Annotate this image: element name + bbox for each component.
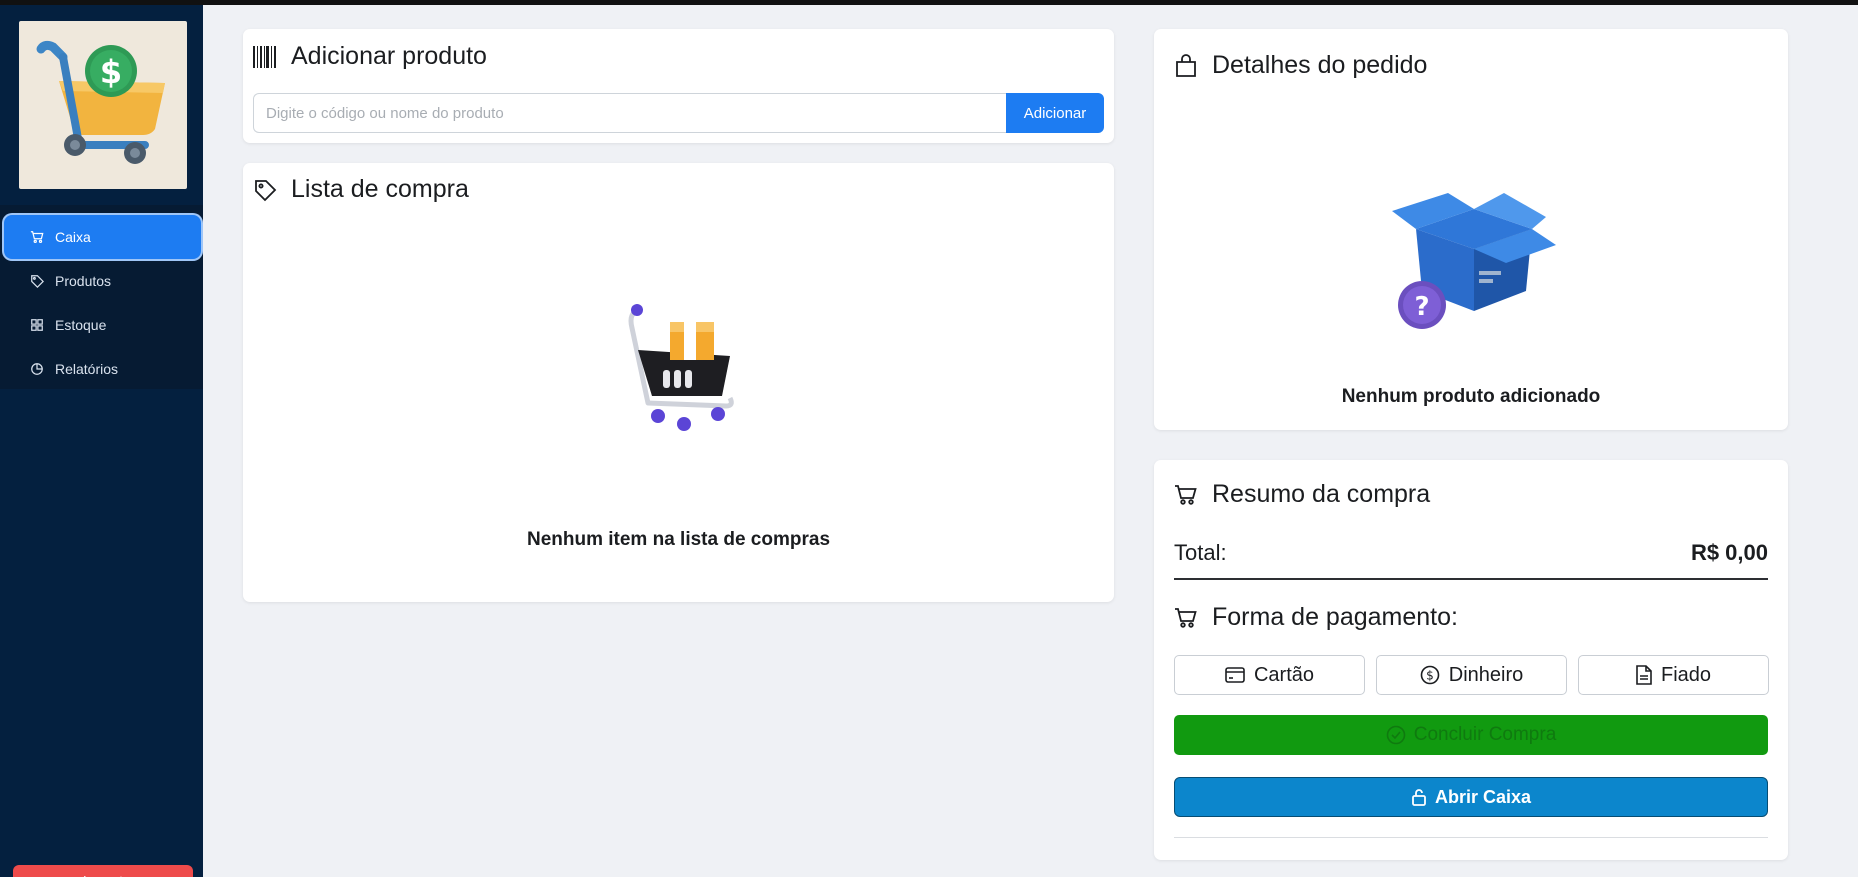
grid-icon bbox=[30, 318, 44, 332]
sidebar-item-caixa[interactable]: Caixa bbox=[6, 217, 199, 257]
sidebar-item-label: Produtos bbox=[55, 273, 112, 289]
payment-cash-button[interactable]: $ Dinheiro bbox=[1376, 655, 1567, 695]
shopping-bag-icon bbox=[1174, 53, 1198, 78]
window-top-border bbox=[0, 0, 1858, 5]
divider bbox=[1174, 837, 1768, 838]
cart-icon bbox=[1174, 607, 1198, 629]
dollar-circle-icon: $ bbox=[1420, 665, 1440, 685]
sidebar-item-relatorios[interactable]: Relatórios bbox=[6, 349, 199, 389]
credit-card-icon bbox=[1225, 667, 1245, 683]
add-product-card: Adicionar produto Adicionar bbox=[243, 29, 1114, 143]
svg-text:$: $ bbox=[100, 53, 122, 91]
tag-icon bbox=[30, 274, 44, 288]
payment-method-title: Forma de pagamento: bbox=[1174, 603, 1458, 632]
cart-icon bbox=[1174, 484, 1198, 506]
document-icon bbox=[1636, 665, 1652, 685]
open-register-button[interactable]: Abrir Caixa bbox=[1174, 777, 1768, 817]
svg-text:$: $ bbox=[1426, 669, 1434, 683]
product-search-input[interactable] bbox=[253, 93, 1006, 133]
check-circle-icon bbox=[1386, 725, 1406, 745]
total-label: Total: bbox=[1174, 540, 1227, 565]
sidebar-item-estoque[interactable]: Estoque bbox=[6, 305, 199, 345]
total-value: R$ 0,00 bbox=[1690, 540, 1768, 565]
add-product-button[interactable]: Adicionar bbox=[1006, 93, 1104, 133]
pie-chart-icon bbox=[30, 362, 44, 376]
shopping-list-title: Lista de compra bbox=[253, 175, 469, 204]
logout-button[interactable]: Logout bbox=[13, 865, 193, 877]
summary-title: Resumo da compra bbox=[1174, 480, 1430, 509]
total-row: Total: R$ 0,00 bbox=[1174, 540, 1768, 580]
app-logo: $ bbox=[19, 21, 187, 189]
sidebar-item-label: Caixa bbox=[55, 229, 91, 245]
sidebar-item-label: Relatórios bbox=[55, 361, 119, 377]
tag-icon bbox=[253, 178, 277, 202]
sidebar: $ Caixa Produtos Estoque Relatórios Logo… bbox=[0, 5, 203, 877]
order-details-card: Detalhes do pedido ? Nenhum produto adic… bbox=[1154, 29, 1788, 430]
order-details-empty-text: Nenhum produto adicionado bbox=[1341, 386, 1601, 407]
empty-cart-illustration bbox=[618, 298, 743, 438]
cart-icon bbox=[30, 230, 44, 244]
payment-credit-button[interactable]: Fiado bbox=[1578, 655, 1769, 695]
sidebar-item-produtos[interactable]: Produtos bbox=[6, 261, 199, 301]
sidebar-item-label: Estoque bbox=[55, 317, 107, 333]
add-product-title: Adicionar produto bbox=[253, 42, 487, 71]
shopping-list-card: Lista de compra Nenhum item na lista de … bbox=[243, 163, 1114, 602]
finish-purchase-button[interactable]: Concluir Compra bbox=[1174, 715, 1768, 755]
barcode-icon bbox=[253, 45, 277, 68]
purchase-summary-card: Resumo da compra Total: R$ 0,00 Forma de… bbox=[1154, 460, 1788, 860]
shopping-list-empty-text: Nenhum item na lista de compras bbox=[526, 529, 831, 550]
unlock-icon bbox=[1411, 788, 1427, 806]
order-details-title: Detalhes do pedido bbox=[1174, 51, 1427, 80]
payment-card-button[interactable]: Cartão bbox=[1174, 655, 1365, 695]
empty-box-illustration: ? bbox=[1384, 187, 1564, 342]
svg-text:?: ? bbox=[1414, 292, 1429, 322]
